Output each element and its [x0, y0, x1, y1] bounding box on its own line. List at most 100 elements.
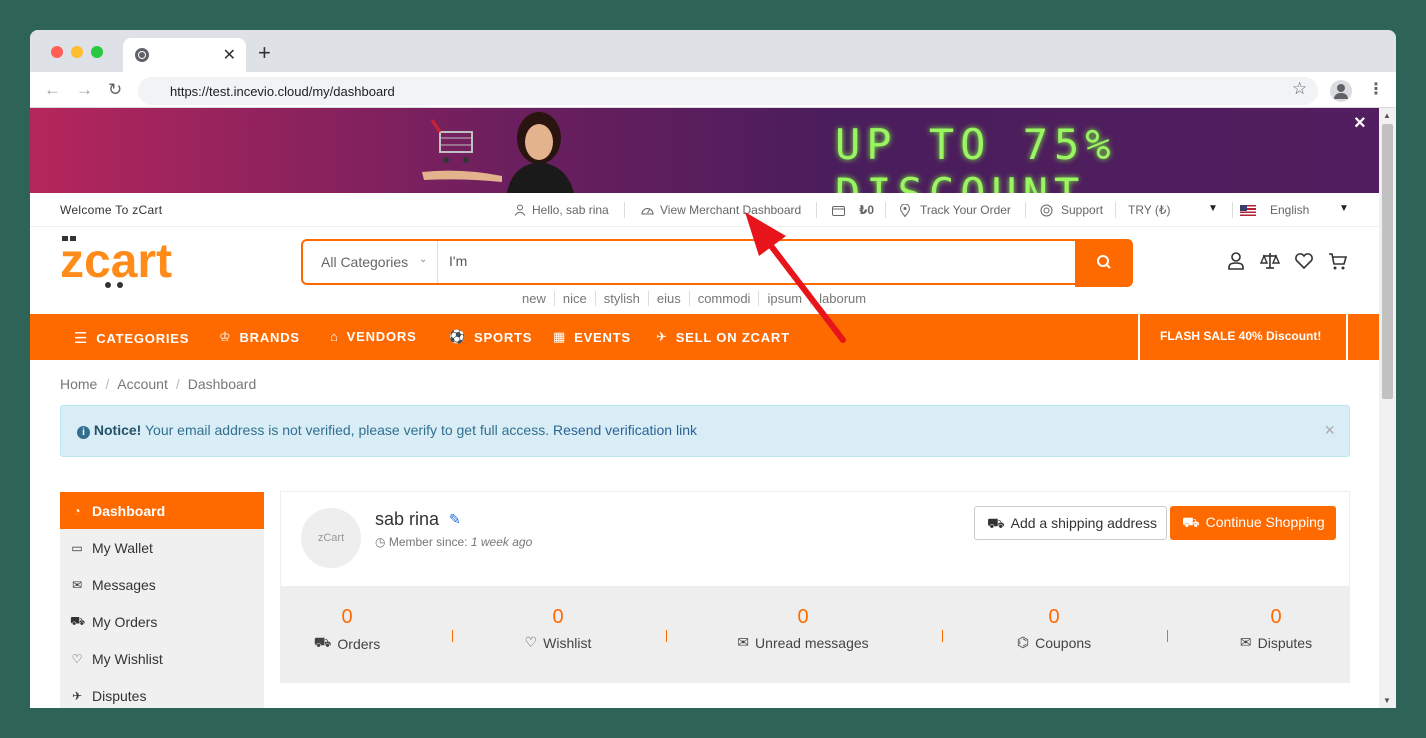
- stat-wishlist[interactable]: 0 ♡ Wishlist: [513, 606, 603, 651]
- crown-icon: ♔: [219, 329, 232, 344]
- back-icon[interactable]: ←: [44, 80, 61, 100]
- avatar: zCart: [301, 508, 361, 568]
- category-select[interactable]: All Categories ⌄: [303, 241, 438, 283]
- stat-separator: [942, 630, 943, 642]
- nav-brands[interactable]: ♔ BRANDS: [219, 329, 300, 345]
- rocket-icon: ✈: [656, 329, 668, 344]
- bookmark-star-icon[interactable]: ☆: [1292, 79, 1307, 99]
- envelope-icon: ✉: [71, 577, 83, 592]
- sidebar-item-orders[interactable]: ⛟ My Orders: [60, 603, 264, 640]
- zcart-logo[interactable]: zcart: [60, 233, 225, 289]
- nav-vendors[interactable]: ⌂ VENDORS: [330, 329, 417, 344]
- stat-orders[interactable]: 0 ⛟ Orders: [307, 606, 387, 653]
- browser-toolbar: ← → ↻ https://test.incevio.cloud/my/dash…: [30, 72, 1396, 108]
- stat-unread-messages[interactable]: 0 ✉ Unread messages: [730, 606, 876, 651]
- scrollbar-thumb[interactable]: [1382, 124, 1393, 399]
- flash-sale-ticker[interactable]: FLASH SALE 40% Discount!: [1138, 314, 1348, 360]
- compare-scale-icon[interactable]: [1260, 251, 1280, 271]
- wallet-balance-text: ₺0: [859, 203, 875, 217]
- button-label: Continue Shopping: [1205, 514, 1325, 530]
- track-order-link[interactable]: Track Your Order: [900, 203, 1011, 217]
- add-shipping-address-button[interactable]: ⛟ Add a shipping address: [974, 506, 1167, 540]
- stat-coupons[interactable]: 0 ⌬ Coupons: [1009, 606, 1099, 651]
- language-caret-icon[interactable]: ▼: [1339, 203, 1349, 214]
- stat-disputes[interactable]: 0 ✉ Disputes: [1231, 606, 1321, 651]
- currency-value: TRY (₺): [1128, 203, 1171, 217]
- tag-link[interactable]: commodi: [688, 291, 759, 306]
- currency-caret-icon[interactable]: ▼: [1208, 203, 1218, 214]
- tab-bar: ✕ +: [30, 30, 1396, 72]
- language-select[interactable]: English: [1240, 203, 1309, 217]
- close-window-button[interactable]: [51, 46, 63, 58]
- track-order-text: Track Your Order: [920, 203, 1011, 217]
- browser-tab[interactable]: ✕: [123, 38, 246, 72]
- nav-categories[interactable]: ☰ CATEGORIES: [74, 329, 189, 347]
- separator: [816, 202, 817, 218]
- merchant-dashboard-link[interactable]: View Merchant Dashboard: [641, 203, 801, 217]
- wishlist-heart-icon[interactable]: [1294, 251, 1314, 271]
- profile-name: sab rina: [375, 509, 440, 529]
- sidebar-item-wishlist[interactable]: ♡ My Wishlist: [60, 640, 264, 677]
- tag-link[interactable]: stylish: [594, 291, 648, 306]
- tag-link[interactable]: ipsum: [758, 291, 810, 306]
- edit-icon[interactable]: ✎: [449, 511, 461, 528]
- user-icon: [514, 204, 526, 216]
- continue-shopping-button[interactable]: ⛟ Continue Shopping: [1170, 506, 1336, 540]
- sidebar-item-label: Disputes: [92, 687, 147, 704]
- category-value: All Categories: [321, 254, 409, 270]
- sidebar-item-label: Dashboard: [92, 502, 166, 519]
- scroll-up-icon[interactable]: ▲: [1383, 111, 1391, 120]
- breadcrumb-account[interactable]: Account: [117, 376, 168, 392]
- account-icon[interactable]: [1226, 251, 1246, 271]
- profile-avatar-icon[interactable]: [1330, 80, 1352, 102]
- nav-label: EVENTS: [574, 329, 631, 345]
- sidebar-item-dashboard[interactable]: ◔ Dashboard: [60, 492, 264, 529]
- tag-link[interactable]: eius: [647, 291, 689, 306]
- maximize-window-button[interactable]: [91, 46, 103, 58]
- banner-close-icon[interactable]: ×: [1354, 112, 1366, 135]
- nav-sell[interactable]: ✈ SELL ON ZCART: [656, 329, 790, 345]
- search-button[interactable]: [1075, 239, 1133, 287]
- stats-bar: 0 ⛟ Orders 0 ♡ Wishlist 0 ✉ Unread messages…: [281, 586, 1349, 682]
- cart-icon[interactable]: [1328, 251, 1348, 271]
- tag-link[interactable]: nice: [553, 291, 595, 306]
- sidebar-item-wallet[interactable]: ▭ My Wallet: [60, 529, 264, 566]
- wallet-balance-link[interactable]: ₺0: [832, 203, 874, 217]
- member-since-label: Member since:: [388, 535, 468, 549]
- merchant-link-text: View Merchant Dashboard: [660, 203, 802, 217]
- nav-label: SELL ON ZCART: [675, 329, 790, 345]
- support-link[interactable]: Support: [1040, 203, 1103, 217]
- tag-link[interactable]: laborum: [810, 291, 874, 306]
- hamburger-icon: ☰: [74, 330, 89, 347]
- minimize-window-button[interactable]: [71, 46, 83, 58]
- nav-sports[interactable]: ⚽ SPORTS: [449, 329, 532, 345]
- forward-icon[interactable]: →: [76, 80, 93, 100]
- close-tab-icon[interactable]: ✕: [223, 45, 236, 65]
- account-greeting[interactable]: Hello, sab rina: [514, 203, 609, 217]
- tag-link[interactable]: new: [514, 291, 554, 306]
- dashboard-gauge-icon: [641, 208, 654, 215]
- stat-label: Coupons: [1035, 634, 1092, 651]
- nav-events[interactable]: ▦ EVENTS: [553, 329, 631, 345]
- new-tab-button[interactable]: +: [258, 40, 271, 66]
- address-bar[interactable]: https://test.incevio.cloud/my/dashboard: [138, 77, 1318, 105]
- currency-select[interactable]: TRY (₺): [1128, 203, 1171, 217]
- scroll-down-icon[interactable]: ▼: [1383, 696, 1391, 705]
- sidebar-item-disputes[interactable]: ✈ Disputes: [60, 677, 264, 708]
- promo-banner[interactable]: UP TO 75% DISCOUNT ×: [30, 108, 1379, 193]
- heart-icon: ♡: [524, 634, 538, 650]
- menu-kebab-icon[interactable]: ⋮: [1368, 79, 1384, 99]
- sidebar-item-messages[interactable]: ✉ Messages: [60, 566, 264, 603]
- cart-icon: ⛟: [313, 634, 332, 650]
- notice-close-icon[interactable]: ×: [1324, 420, 1335, 441]
- chevron-down-icon: ⌄: [419, 254, 428, 265]
- page-scrollbar[interactable]: ▲ ▼: [1379, 108, 1396, 708]
- reload-icon[interactable]: ↻: [108, 80, 122, 100]
- resend-verification-link[interactable]: Resend verification link: [553, 422, 697, 438]
- stat-label: Unread messages: [755, 634, 869, 651]
- main-nav: ☰ CATEGORIES ♔ BRANDS ⌂ VENDORS ⚽ SPORTS…: [30, 314, 1379, 360]
- search-input[interactable]: I'm: [449, 253, 467, 269]
- breadcrumb-home[interactable]: Home: [60, 376, 97, 392]
- separator: [1232, 202, 1233, 218]
- nav-label: VENDORS: [346, 329, 417, 344]
